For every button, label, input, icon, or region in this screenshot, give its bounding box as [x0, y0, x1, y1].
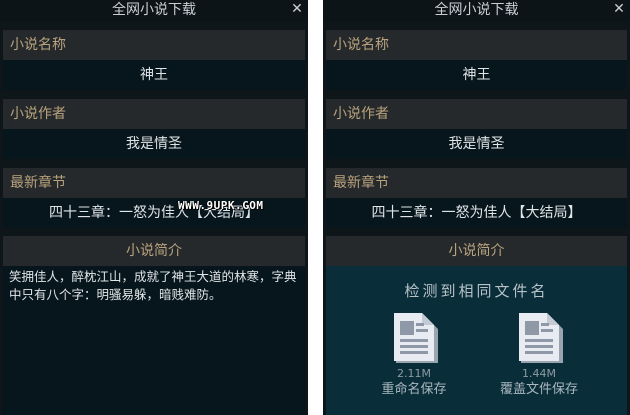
novel-intro-field[interactable]: 笑拥佳人，醉枕江山，成就了神王大道的林寒，字典中只有八个字：明骚易躲，暗贱难防。 [3, 266, 305, 415]
panel-divider [308, 0, 323, 415]
rename-file-size: 2.11M [397, 367, 431, 380]
overwrite-file-size: 1.44M [522, 367, 556, 380]
novel-author-label: 小说作者 [10, 106, 66, 122]
novel-name-field[interactable]: 神王 [3, 60, 305, 90]
novel-author-field[interactable]: 我是情圣 [326, 129, 627, 159]
novel-info-panel-left: 全网小说下载 ✕ 小说名称 神王 小说作者 我是情圣 最新章节 四十三章：一怒为… [0, 0, 308, 415]
latest-chapter-value: 四十三章：一怒为佳人【大结局】 [371, 205, 582, 221]
duplicate-file-dialog: 检测到相同文件名 2.11M 重命名保存 1.44M 覆盖文件保存 [326, 266, 627, 415]
title-bar: 全网小说下载 ✕ [323, 0, 630, 22]
latest-chapter-label-bar: 最新章节 [326, 168, 627, 198]
novel-author-label-bar: 小说作者 [3, 99, 305, 129]
novel-info-panel-right: 全网小说下载 ✕ 小说名称 神王 小说作者 我是情圣 最新章节 四十三章：一怒为… [323, 0, 630, 415]
novel-intro-label: 小说简介 [448, 243, 505, 259]
latest-chapter-label-bar: 最新章节 [3, 168, 305, 198]
overwrite-save-button[interactable]: 1.44M 覆盖文件保存 [494, 313, 584, 403]
novel-name-label: 小说名称 [333, 37, 389, 53]
dialog-title: 检测到相同文件名 [404, 282, 549, 300]
latest-chapter-field[interactable]: 四十三章：一怒为佳人【大结局】 [326, 198, 627, 228]
novel-intro-label-bar: 小说简介 [326, 236, 627, 266]
novel-author-field[interactable]: 我是情圣 [3, 129, 305, 159]
novel-name-value: 神王 [462, 67, 491, 83]
close-icon[interactable]: ✕ [612, 2, 626, 16]
title-bar: 全网小说下载 ✕ [0, 0, 308, 22]
novel-name-label-bar: 小说名称 [3, 30, 305, 60]
novel-name-label-bar: 小说名称 [326, 30, 627, 60]
rename-save-button[interactable]: 2.11M 重命名保存 [369, 313, 459, 403]
novel-author-label-bar: 小说作者 [326, 99, 627, 129]
novel-author-value: 我是情圣 [448, 136, 505, 152]
novel-name-field[interactable]: 神王 [326, 60, 627, 90]
window-title: 全网小说下载 [112, 2, 196, 18]
novel-author-value: 我是情圣 [126, 136, 182, 152]
novel-name-value: 神王 [140, 67, 168, 83]
document-icon [519, 313, 563, 363]
novel-intro-label: 小说简介 [126, 243, 182, 259]
rename-save-label: 重命名保存 [381, 382, 447, 397]
close-icon[interactable]: ✕ [290, 2, 304, 16]
watermark: WWW.9UPK.COM [178, 199, 264, 212]
novel-intro-text: 笑拥佳人，醉枕江山，成就了神王大道的林寒，字典中只有八个字：明骚易躲，暗贱难防。 [9, 269, 297, 302]
novel-intro-label-bar: 小说简介 [3, 236, 305, 266]
overwrite-save-label: 覆盖文件保存 [499, 382, 578, 397]
novel-author-label: 小说作者 [333, 106, 389, 122]
latest-chapter-label: 最新章节 [10, 175, 66, 191]
novel-name-label: 小说名称 [10, 37, 66, 53]
window-title: 全网小说下载 [434, 2, 519, 18]
document-icon [394, 313, 438, 363]
latest-chapter-label: 最新章节 [333, 175, 389, 191]
